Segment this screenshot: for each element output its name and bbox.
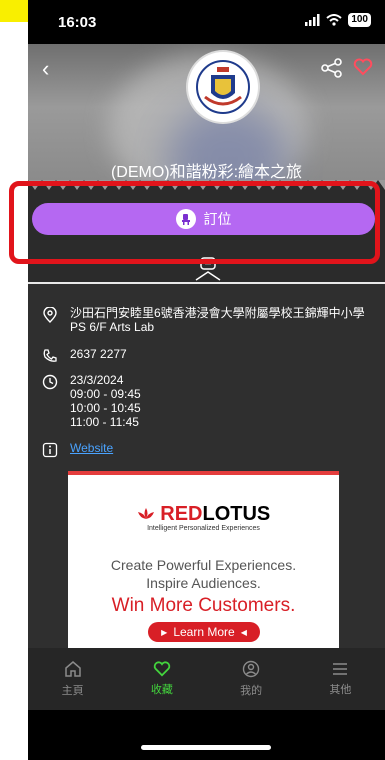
school-logo — [188, 52, 258, 122]
advertisement-banner[interactable]: REDLOTUS Intelligent Personalized Experi… — [68, 471, 339, 655]
back-button[interactable]: ‹ — [42, 56, 49, 82]
address-row: 沙田石門安睦里6號香港浸會大學附屬學校王錦輝中小學 PS 6/F Arts La… — [42, 306, 370, 334]
menu-icon — [333, 663, 348, 675]
triangle-right-icon: ▶ — [161, 627, 168, 637]
ad-brand-black: LOTUS — [202, 503, 271, 525]
book-button-label: 訂位 — [203, 211, 232, 227]
ad-brand-logo: REDLOTUS — [68, 503, 339, 526]
heart-icon — [153, 661, 171, 677]
status-bar: 16:03 100 — [28, 0, 385, 44]
address-text: 沙田石門安睦里6號香港浸會大學附屬學校王錦輝中小學 PS 6/F Arts La… — [70, 306, 365, 334]
location-pin-icon — [43, 307, 57, 323]
book-button[interactable]: 訂位 — [32, 203, 375, 235]
tab-profile[interactable]: 我的 — [207, 648, 296, 710]
phone-row[interactable]: 2637 2277 — [42, 347, 127, 364]
lotus-icon — [137, 508, 154, 519]
ad-headline-3: Win More Customers. — [111, 595, 296, 616]
tab-label: 其他 — [329, 684, 352, 696]
tab-more[interactable]: 其他 — [296, 648, 385, 710]
wifi-icon — [326, 14, 342, 26]
ad-headline-1: Create Powerful Experiences. — [110, 557, 297, 573]
event-info-panel: 沙田石門安睦里6號香港浸會大學附屬學校王錦輝中小學 PS 6/F Arts La… — [28, 284, 385, 655]
clock-icon — [42, 374, 58, 390]
website-link[interactable]: Website — [70, 441, 113, 458]
profile-icon — [242, 660, 260, 678]
event-date: 23/3/2024 — [70, 373, 124, 387]
event-title: (DEMO)和諧粉彩:繪本之旅 — [110, 164, 303, 181]
bottom-tab-bar: 主頁 收藏 我的 其他 — [28, 648, 385, 710]
home-indicator — [141, 745, 271, 750]
status-icons: 100 — [304, 13, 371, 27]
ad-cta-label: Learn More — [173, 625, 235, 639]
home-icon — [64, 661, 81, 677]
time-slot: 11:00 - 11:45 — [70, 415, 139, 429]
date-time-row: 23/3/2024 09:00 - 09:45 10:00 - 10:45 11… — [42, 373, 141, 429]
share-icon[interactable] — [321, 58, 343, 78]
time-slot: 10:00 - 10:45 — [70, 401, 141, 415]
ad-brand-red: RED — [160, 503, 203, 525]
info-icon — [42, 442, 58, 458]
tab-label: 我的 — [240, 685, 263, 697]
phone-screen: 16:03 100 ‹ (DEMO)和諧粉彩:繪本之旅 訂位 沙田石門安睦里6號… — [28, 0, 385, 760]
ad-headline-2: Inspire Audiences. — [146, 575, 261, 591]
status-time: 16:03 — [58, 14, 97, 31]
tab-home[interactable]: 主頁 — [28, 648, 117, 710]
schedule-text: 23/3/2024 09:00 - 09:45 10:00 - 10:45 11… — [70, 373, 141, 429]
school-crest-icon — [196, 60, 250, 114]
tab-favorites[interactable]: 收藏 — [117, 648, 206, 710]
time-slot: 09:00 - 09:45 — [70, 387, 141, 401]
tab-label: 收藏 — [150, 684, 173, 696]
phone-icon — [43, 349, 57, 362]
chair-icon — [175, 209, 196, 229]
event-hero: ‹ (DEMO)和諧粉彩:繪本之旅 — [28, 44, 385, 184]
ad-tagline: Intelligent Personalized Experiences — [147, 525, 260, 532]
signal-icon — [305, 14, 320, 26]
favorite-heart-icon[interactable] — [353, 58, 373, 76]
triangle-left-icon: ◀ — [240, 627, 247, 637]
phone-text: 2637 2277 — [70, 347, 127, 361]
tab-label: 主頁 — [61, 685, 84, 697]
battery-icon: 100 — [348, 13, 371, 27]
website-row: Website — [42, 441, 113, 458]
ad-learn-more-button[interactable]: ▶ Learn More ◀ — [148, 622, 260, 642]
